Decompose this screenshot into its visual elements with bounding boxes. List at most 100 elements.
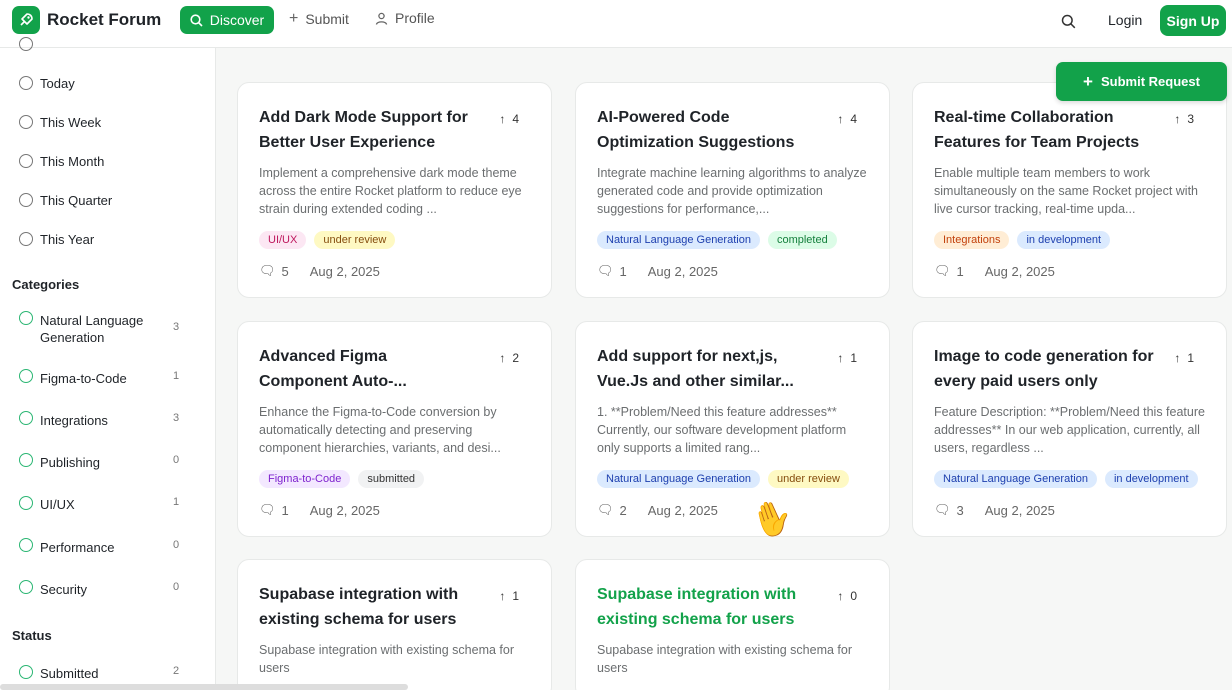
vote-count: 1 [850,351,857,365]
upvote-button[interactable]: ↑ 1 [837,351,857,365]
card-title[interactable]: Add support for next,js, Vue.Js and othe… [597,344,817,394]
feature-card[interactable]: Supabase integration with existing schem… [237,559,552,690]
filters-sidebar: Today This Week This Month This Quarter … [0,37,216,690]
card-title[interactable]: Supabase integration with existing schem… [597,582,817,632]
rocket-icon[interactable] [12,6,40,34]
vote-count: 4 [850,112,857,126]
category-tag[interactable]: Natural Language Generation [597,231,760,249]
submit-request-button[interactable]: + Submit Request [1056,62,1227,101]
category-figma[interactable]: Figma-to-Code [40,370,127,387]
category-publishing-radio[interactable] [19,453,33,467]
category-nlg-count: 3 [173,321,180,333]
time-filter-week[interactable]: This Week [40,114,101,131]
arrow-up-icon: ↑ [499,589,506,603]
categories-heading: Categories [12,277,80,292]
time-filter-quarter-radio[interactable] [19,193,33,207]
feature-card[interactable]: Supabase integration with existing schem… [575,559,890,690]
card-title[interactable]: AI-Powered Code Optimization Suggestions [597,105,817,155]
category-uiux-count: 1 [173,496,180,508]
category-integrations[interactable]: Integrations [40,412,108,429]
category-integrations-radio[interactable] [19,411,33,425]
category-nlg[interactable]: Natural Language Generation [40,312,160,346]
category-tag[interactable]: UI/UX [259,231,307,249]
time-filter-week-radio[interactable] [19,115,33,129]
time-filter-year-radio[interactable] [19,232,33,246]
status-badge: under review [767,470,849,488]
card-meta: 🗨 1 Aug 2, 2025 [934,263,1055,279]
signup-button[interactable]: Sign Up [1160,5,1226,36]
card-title[interactable]: Real-time Collaboration Features for Tea… [934,105,1154,155]
comment-count: 1 [281,502,289,518]
feature-card[interactable]: Real-time Collaboration Features for Tea… [912,82,1227,298]
card-tags: Natural Language Generation in developme… [934,470,1198,488]
category-security-count: 0 [173,581,180,593]
category-uiux[interactable]: UI/UX [40,496,75,513]
card-meta: 🗨 3 Aug 2, 2025 [934,502,1055,518]
card-title[interactable]: Advanced Figma Component Auto-... [259,344,479,394]
card-date: Aug 2, 2025 [984,502,1055,518]
category-performance[interactable]: Performance [40,539,114,556]
horizontal-scrollbar[interactable] [0,684,408,690]
nav-submit-button[interactable]: + Submit [289,10,349,28]
upvote-button[interactable]: ↑ 0 [837,589,857,603]
time-filter-today-radio[interactable] [19,76,33,90]
category-tag[interactable]: Integrations [934,231,1010,249]
category-tag[interactable]: Natural Language Generation [934,470,1097,488]
comment-icon: 🗨 [934,502,951,517]
time-filter-quarter[interactable]: This Quarter [40,192,112,209]
time-filter-today[interactable]: Today [40,75,75,92]
upvote-button[interactable]: ↑ 3 [1174,112,1194,126]
category-nlg-radio[interactable] [19,311,33,325]
category-security-radio[interactable] [19,580,33,594]
comment-count: 1 [956,263,964,279]
upvote-button[interactable]: ↑ 1 [1174,351,1194,365]
category-tag[interactable]: Natural Language Generation [597,470,760,488]
vote-count: 1 [512,589,519,603]
card-date: Aug 2, 2025 [309,263,380,279]
status-badge: under review [314,231,396,249]
category-tag[interactable]: Figma-to-Code [259,470,351,488]
nav-profile-button[interactable]: Profile [375,10,435,26]
status-heading: Status [12,628,52,643]
category-performance-radio[interactable] [19,538,33,552]
time-filter-month-radio[interactable] [19,154,33,168]
card-description: Enable multiple team members to work sim… [934,166,1199,216]
card-meta: 🗨 1 Aug 2, 2025 [597,263,718,279]
comment-icon: 🗨 [597,263,614,278]
plus-icon: + [1083,71,1093,91]
vote-count: 0 [850,589,857,603]
category-uiux-radio[interactable] [19,496,33,510]
card-title[interactable]: Add Dark Mode Support for Better User Ex… [259,105,479,155]
login-link[interactable]: Login [1108,12,1142,28]
card-title[interactable]: Supabase integration with existing schem… [259,582,479,632]
status-submitted-radio[interactable] [19,665,33,679]
feature-card[interactable]: Add Dark Mode Support for Better User Ex… [237,82,552,298]
card-description: Enhance the Figma-to-Code conversion by … [259,405,501,455]
feature-card[interactable]: Image to code generation for every paid … [912,321,1227,537]
card-description: 1. **Problem/Need this feature addresses… [597,405,847,455]
nav-discover-button[interactable]: Discover [180,6,274,34]
vote-count: 1 [1187,351,1194,365]
category-figma-radio[interactable] [19,369,33,383]
category-publishing[interactable]: Publishing [40,454,100,471]
header-search-icon[interactable] [1056,9,1080,33]
card-date: Aug 2, 2025 [647,502,718,518]
status-badge: in development [1104,470,1198,488]
feature-card[interactable]: Advanced Figma Component Auto-... ↑ 2 Enh… [237,321,552,537]
category-security[interactable]: Security [40,581,87,598]
upvote-button[interactable]: ↑ 2 [499,351,519,365]
time-filter-radio-partial[interactable] [19,37,33,51]
search-icon [190,13,203,27]
card-date: Aug 2, 2025 [647,263,718,279]
upvote-button[interactable]: ↑ 4 [837,112,857,126]
status-submitted[interactable]: Submitted [40,665,99,682]
feature-card[interactable]: AI-Powered Code Optimization Suggestions… [575,82,890,298]
comment-count: 1 [619,263,627,279]
time-filter-year[interactable]: This Year [40,231,94,248]
brand-name[interactable]: Rocket Forum [47,10,161,30]
upvote-button[interactable]: ↑ 1 [499,589,519,603]
card-title[interactable]: Image to code generation for every paid … [934,344,1154,394]
time-filter-month[interactable]: This Month [40,153,104,170]
upvote-button[interactable]: ↑ 4 [499,112,519,126]
feature-card[interactable]: Add support for next,js, Vue.Js and othe… [575,321,890,537]
